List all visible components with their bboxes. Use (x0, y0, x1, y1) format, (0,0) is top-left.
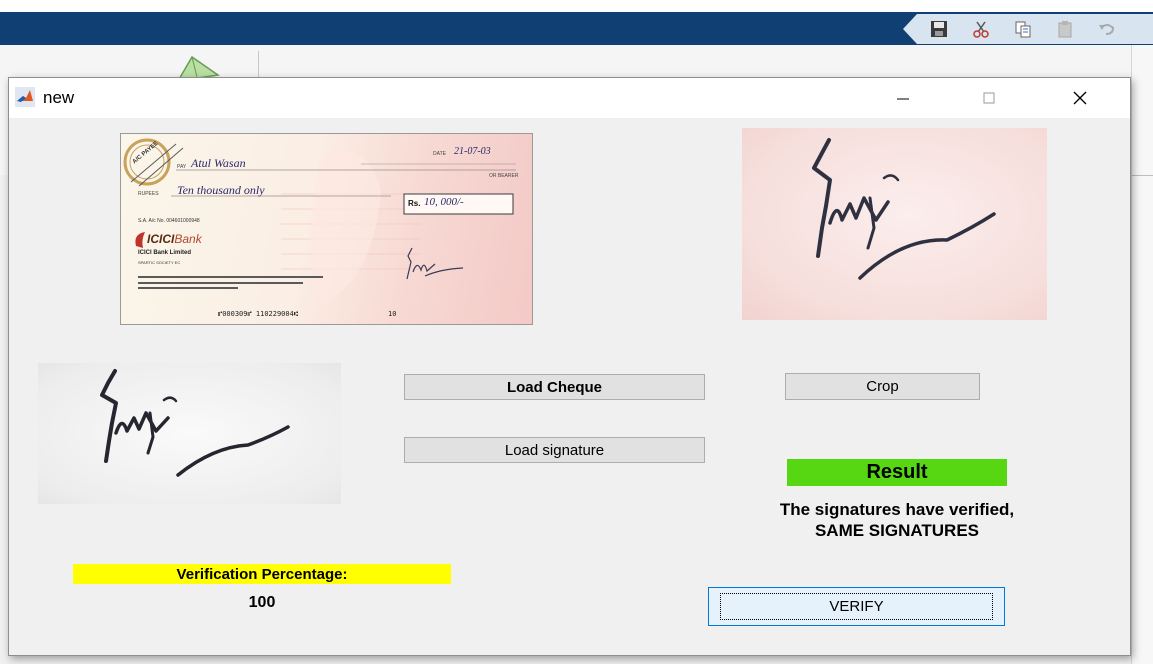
cheque-micr: ⑈000309⑈ 110229004⑆ (218, 310, 299, 318)
cheque-date: 21-07-03 (454, 146, 491, 157)
verify-button[interactable]: VERIFY (708, 587, 1005, 626)
save-icon[interactable] (929, 19, 949, 39)
load-cheque-button[interactable]: Load Cheque (404, 374, 705, 400)
reference-signature-image (38, 363, 341, 504)
quick-access-toolbar (903, 14, 1153, 44)
cheque-micr-end: 10 (388, 310, 397, 318)
figure-window: new A/C PAYEE DATE 21-07-03 PAY Atul Was… (8, 77, 1131, 656)
cut-icon[interactable] (971, 19, 991, 39)
crop-button[interactable]: Crop (785, 373, 980, 400)
result-line-2: SAME SIGNATURES (814, 521, 980, 540)
matlab-icon (15, 87, 35, 107)
bank-logo-suffix: Bank (174, 232, 202, 246)
cheque-branch: SPARTIC SOCIETY EC (138, 260, 181, 265)
cheque-amount-figures: 10, 000/- (424, 196, 464, 208)
undo-icon[interactable] (1097, 19, 1117, 39)
load-signature-button[interactable]: Load signature (404, 437, 705, 463)
close-button[interactable] (1057, 78, 1103, 118)
cheque-amount-words: Ten thousand only (177, 183, 265, 197)
result-message: The signatures have verified, SAME SIGNA… (722, 499, 1072, 541)
cheque-date-label: DATE (433, 151, 446, 157)
result-badge: Result (787, 459, 1007, 486)
minimize-icon (897, 98, 909, 100)
top-strip (0, 0, 1153, 12)
cheque-rupees-label: RUPEES (138, 191, 159, 197)
copy-icon[interactable] (1013, 19, 1033, 39)
cheque-bank-logo: ICICIBank (147, 232, 202, 246)
cheque-account-no: S.A. A/c No. 004601000948 (138, 218, 200, 224)
cheque-pay-label: PAY (177, 164, 187, 170)
cropped-signature-image (742, 128, 1047, 320)
cheque-payee: Atul Wasan (191, 156, 246, 170)
maximize-icon (983, 92, 995, 104)
minimize-button[interactable] (880, 78, 926, 118)
bank-logo-text: ICICI (147, 232, 175, 246)
cheque-bank-name: ICICI Bank Limited (138, 250, 192, 256)
result-line-1: The signatures have verified, (779, 500, 1015, 519)
verification-percentage-value: 100 (248, 594, 276, 611)
cheque-image: A/C PAYEE DATE 21-07-03 PAY Atul Wasan O… (120, 133, 533, 325)
window-title: new (43, 88, 75, 107)
window-titlebar: new (9, 78, 1130, 118)
cheque-bearer: OR BEARER (489, 173, 519, 179)
maximize-button[interactable] (966, 78, 1012, 118)
verify-button-label: VERIFY (720, 593, 993, 620)
paste-icon[interactable] (1055, 19, 1075, 39)
background-panel-edge (1131, 45, 1153, 664)
cheque-amount-label: Rs. (408, 199, 421, 208)
verification-percentage-label: Verification Percentage: (73, 564, 451, 584)
close-icon (1073, 91, 1087, 105)
